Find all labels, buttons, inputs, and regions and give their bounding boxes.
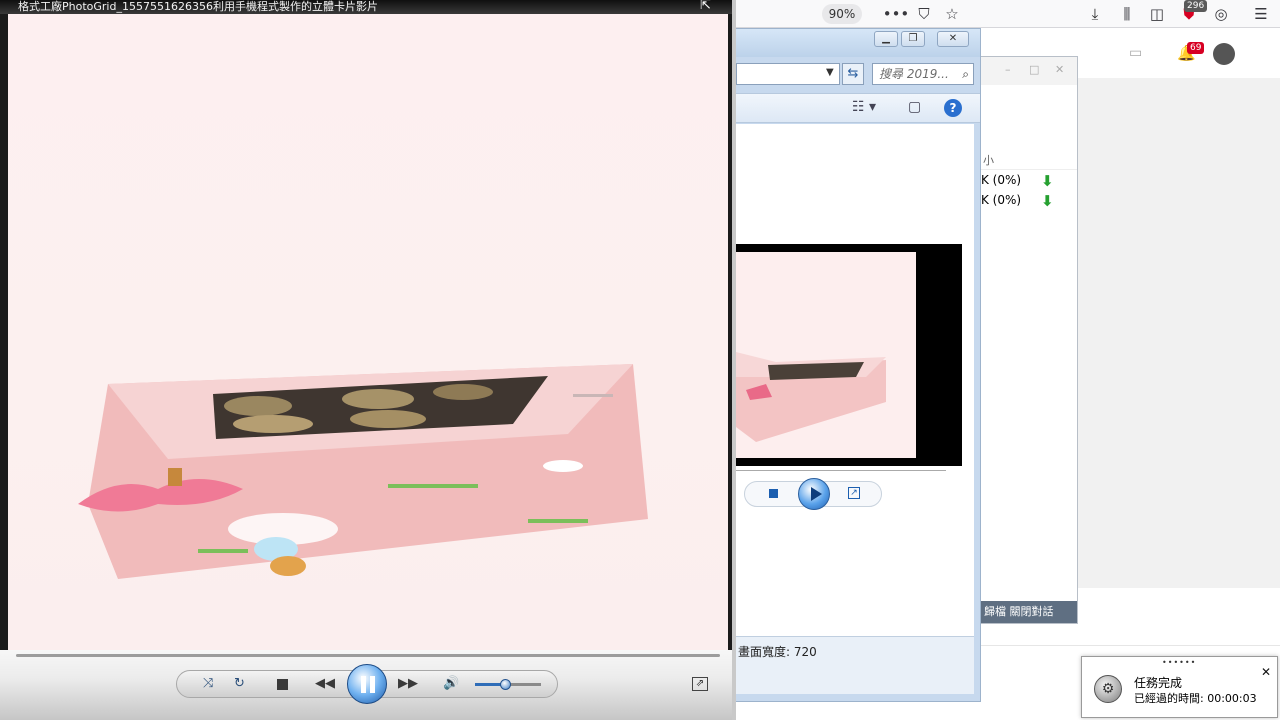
- explorer-content: ↗: [736, 124, 974, 636]
- chevron-down-icon[interactable]: ▼: [826, 67, 834, 78]
- stop-button[interactable]: [277, 679, 288, 690]
- download-progress: K (0%): [981, 173, 1022, 187]
- bell-badge: 69: [1187, 42, 1205, 54]
- desktop: 90% ••• ⛉ ☆ ⤓ ⫼ ◫ ⛊ 296 ◎ ☰ ▭ 🔔 69 – □ ✕…: [0, 0, 1280, 720]
- app-icon: ⚙: [1094, 675, 1122, 703]
- page-top-icons: ▭ 🔔 69: [1125, 40, 1245, 70]
- stop-icon[interactable]: [769, 489, 778, 498]
- pocket-icon[interactable]: ⛉: [914, 0, 934, 28]
- download-progress: K (0%): [981, 193, 1022, 207]
- volume-knob[interactable]: [499, 679, 511, 690]
- pause-button[interactable]: [347, 664, 387, 704]
- player-titlebar: 格式工廠PhotoGrid_1557551626356利用手機程式製作的立體卡片…: [0, 0, 732, 14]
- download-row[interactable]: K (0%) ⬇: [979, 193, 1077, 213]
- volume-icon[interactable]: 🔊: [443, 675, 459, 693]
- download-manager-window: – □ ✕ 小 K (0%) ⬇ K (0%) ⬇ 歸檔 關閉對話: [978, 56, 1078, 624]
- media-player-window: 格式工廠PhotoGrid_1557551626356利用手機程式製作的立體卡片…: [0, 0, 736, 720]
- preview-pane-icon[interactable]: ▢: [908, 99, 921, 115]
- dl-titlebar: – □ ✕: [979, 57, 1077, 85]
- download-arrow-icon: ⬇: [1041, 172, 1054, 190]
- transport-controls: ⤨ ↻ ◀◀ ▶▶ 🔊: [176, 664, 558, 704]
- open-player-icon[interactable]: ↗: [848, 487, 860, 499]
- restore-button[interactable]: ❐: [901, 31, 925, 47]
- sync-icon[interactable]: ◎: [1210, 0, 1232, 28]
- menu-icon[interactable]: ☰: [1250, 0, 1272, 28]
- maximize-icon[interactable]: □: [1029, 63, 1039, 76]
- minimize-icon[interactable]: –: [1005, 63, 1011, 76]
- preview-seek-line[interactable]: [736, 470, 946, 471]
- preview-frame: [736, 252, 916, 458]
- divider: [980, 645, 1280, 646]
- notification-title: 任務完成: [1134, 676, 1183, 690]
- previous-icon[interactable]: ◀◀: [315, 675, 335, 693]
- download-row[interactable]: K (0%) ⬇: [979, 173, 1077, 193]
- refresh-icon[interactable]: ⇆: [842, 63, 864, 85]
- command-bar: ☷ ▾ ▢ ?: [736, 93, 980, 123]
- close-icon[interactable]: ✕: [1055, 63, 1064, 76]
- minimize-button[interactable]: ▁: [874, 31, 898, 47]
- fullscreen-icon[interactable]: ⇗: [692, 677, 708, 691]
- play-button[interactable]: [798, 478, 830, 510]
- video-frame-image: [78, 364, 648, 579]
- more-actions-icon[interactable]: •••: [883, 0, 910, 28]
- explorer-window: ▁ ❐ ✕ ▼ ⇆ 搜尋 2019... ⌕ ☷ ▾ ▢ ? ↗ 畫面寬度: 7…: [735, 28, 981, 702]
- search-input[interactable]: 搜尋 2019... ⌕: [872, 63, 974, 85]
- help-icon[interactable]: ?: [944, 99, 962, 117]
- search-placeholder: 搜尋 2019...: [879, 67, 949, 81]
- play-icon: [811, 487, 822, 501]
- dl-column-header: 小: [979, 152, 1077, 170]
- preview-card-image: [736, 352, 886, 442]
- task-complete-notification[interactable]: •••••• ✕ ⚙ 任務完成 已經過的時間: 00:00:03: [1081, 656, 1278, 718]
- switch-to-library-icon[interactable]: ⇱: [700, 0, 711, 13]
- notification-body: 已經過的時間: 00:00:03: [1134, 692, 1257, 705]
- download-arrow-icon: ⬇: [1041, 192, 1054, 210]
- library-icon[interactable]: ⫼: [1116, 0, 1138, 28]
- volume-slider[interactable]: [475, 679, 541, 690]
- avatar[interactable]: [1213, 43, 1235, 65]
- download-icon[interactable]: ⤓: [1084, 0, 1106, 28]
- pause-icon: [361, 676, 366, 693]
- frame-width-detail: 畫面寬度: 720: [738, 645, 817, 659]
- seek-bar[interactable]: [16, 654, 720, 657]
- close-icon[interactable]: ✕: [1261, 665, 1271, 679]
- explorer-titlebar: ▁ ❐ ✕: [736, 29, 980, 57]
- view-options-icon[interactable]: ☷ ▾: [852, 99, 876, 115]
- next-icon[interactable]: ▶▶: [398, 675, 418, 693]
- preview-controls: ↗: [744, 478, 882, 510]
- sidebar-icon[interactable]: ◫: [1146, 0, 1168, 28]
- dl-status-bar: 歸檔 關閉對話: [979, 601, 1077, 623]
- close-button[interactable]: ✕: [937, 31, 969, 47]
- address-bar[interactable]: ▼: [736, 63, 840, 85]
- shuffle-icon[interactable]: ⤨: [203, 675, 213, 693]
- details-pane: 畫面寬度: 720: [736, 636, 974, 694]
- bookmark-star-icon[interactable]: ☆: [942, 0, 962, 28]
- pause-icon: [370, 676, 375, 693]
- video-preview[interactable]: [736, 244, 962, 466]
- player-controls: ⤨ ↻ ◀◀ ▶▶ 🔊 ⇗: [0, 650, 732, 720]
- player-title: 格式工廠PhotoGrid_1557551626356利用手機程式製作的立體卡片…: [18, 0, 378, 13]
- zoom-indicator[interactable]: 90%: [822, 4, 862, 24]
- browser-side-panel: [1078, 78, 1280, 588]
- grip-icon[interactable]: ••••••: [1162, 658, 1196, 667]
- extension-badge: 296: [1184, 0, 1208, 12]
- search-icon[interactable]: ⌕: [962, 64, 969, 84]
- video-area[interactable]: [8, 14, 728, 650]
- repeat-icon[interactable]: ↻: [234, 675, 245, 693]
- dl-status-text: 歸檔 關閉對話: [984, 605, 1054, 618]
- video-camera-icon[interactable]: ▭: [1129, 45, 1142, 61]
